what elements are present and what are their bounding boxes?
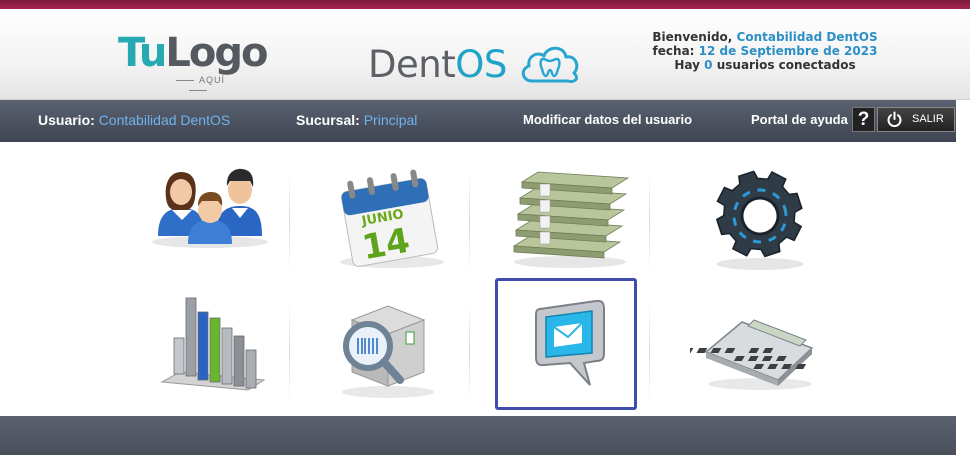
logout-button[interactable]: SALIR <box>877 107 955 132</box>
money-stack-icon <box>512 171 630 268</box>
nav-user-value: Contabilidad DentOS <box>98 112 231 128</box>
nav-branch-value[interactable]: Principal <box>364 112 418 128</box>
grid-divider <box>469 302 470 402</box>
dentos-brand: DentOS <box>368 43 579 93</box>
bar-chart-icon <box>160 297 266 391</box>
settings-gear-icon <box>715 170 804 270</box>
calendar-day-text: 14 <box>359 221 413 269</box>
footer-bar <box>0 416 956 455</box>
top-accent-strip <box>0 0 970 9</box>
help-portal-link[interactable]: Portal de ayuda <box>751 100 848 142</box>
welcome-greeting: Bienvenido, Contabilidad DentOS <box>652 30 878 44</box>
users-icon <box>152 168 268 248</box>
calculator-icon <box>690 319 814 390</box>
brand-dent-text: Dent <box>368 43 456 86</box>
welcome-panel: Bienvenido, Contabilidad DentOS fecha: 1… <box>640 30 890 72</box>
inventory-search-icon <box>342 305 434 398</box>
module-settings[interactable] <box>690 154 830 284</box>
grid-divider <box>289 172 290 272</box>
modify-user-link[interactable]: Modificar datos del usuario <box>523 100 692 142</box>
module-reports[interactable] <box>140 288 280 418</box>
navbar: Usuario: Contabilidad DentOS Sucursal: P… <box>0 100 956 142</box>
welcome-user: Contabilidad DentOS <box>736 30 878 44</box>
brand-os-text: OS <box>455 43 507 86</box>
module-billing[interactable] <box>690 288 830 418</box>
modules-grid: JUNIO 14 <box>0 142 956 416</box>
logo-logo-text: Logo <box>165 30 268 76</box>
grid-divider <box>289 302 290 402</box>
right-gutter <box>956 100 970 455</box>
welcome-date-value: 12 de Septiembre de 2023 <box>698 44 878 58</box>
grid-divider <box>649 302 650 402</box>
module-calendar[interactable]: JUNIO 14 <box>322 154 462 284</box>
calendar-icon: JUNIO 14 <box>340 169 444 269</box>
company-logo[interactable]: TuLogo AQUÍ <box>118 31 268 95</box>
module-payments[interactable] <box>500 154 640 284</box>
module-messages[interactable] <box>495 278 637 410</box>
nav-user-label: Usuario: <box>38 112 95 128</box>
grid-divider <box>649 172 650 272</box>
help-button[interactable]: ? <box>852 107 875 132</box>
nav-branch-label: Sucursal: <box>296 112 360 128</box>
welcome-users: Hay 0 usuarios conectados <box>674 58 856 72</box>
message-icon <box>535 299 605 386</box>
nav-user: Usuario: Contabilidad DentOS <box>38 100 230 142</box>
welcome-date: fecha: 12 de Septiembre de 2023 <box>652 44 878 58</box>
nav-branch: Sucursal: Principal <box>296 100 417 142</box>
logout-button-label: SALIR <box>912 113 944 125</box>
logo-tu-text: Tu <box>118 30 167 76</box>
cloud-tooth-icon <box>521 46 579 83</box>
header: TuLogo AQUÍ DentOS Bienvenido, Contabili… <box>0 9 970 100</box>
connected-users-count: 0 <box>704 58 713 72</box>
module-patients[interactable] <box>140 154 280 284</box>
logo-aqui-text: AQUÍ <box>158 75 238 95</box>
power-icon <box>887 111 902 127</box>
grid-divider <box>469 172 470 272</box>
module-inventory[interactable] <box>322 288 462 418</box>
